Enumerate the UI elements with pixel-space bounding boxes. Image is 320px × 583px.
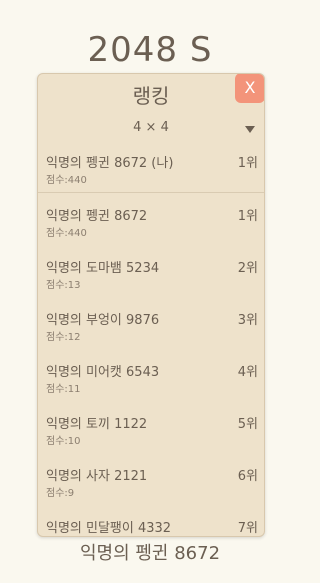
player-rank: 7위 (237, 521, 258, 536)
player-name: 익명의 미어캣 6543 (46, 365, 160, 380)
ranking-row: 익명의 펭귄 8672 1위 점수:440 (38, 197, 264, 249)
player-score: 점수:440 (46, 175, 87, 186)
ranking-row: 익명의 민달팽이 4332 7위 (38, 509, 264, 536)
current-player-name: 익명의 펭귄 8672 (79, 543, 221, 564)
player-name: 익명의 펭귄 8672 (나) (46, 156, 174, 171)
player-score: 점수:10 (46, 436, 81, 447)
player-rank: 2위 (237, 261, 258, 276)
player-name: 익명의 도마뱀 5234 (46, 261, 160, 276)
board-size-value: 4 × 4 (133, 120, 169, 135)
player-name: 익명의 토끼 1122 (46, 417, 148, 432)
ranking-row: 익명의 사자 2121 6위 점수:9 (38, 457, 264, 509)
dropdown-arrow-icon[interactable] (245, 126, 255, 133)
ranking-row: 익명의 토끼 1122 5위 점수:10 (38, 405, 264, 457)
player-rank: 1위 (237, 209, 258, 224)
player-name: 익명의 사자 2121 (46, 469, 148, 484)
ranking-title: 랭킹 (132, 84, 170, 108)
player-rank: 4위 (237, 365, 258, 380)
player-rank: 3위 (237, 313, 258, 328)
ranking-list[interactable]: 익명의 펭귄 8672 (나) 1위 점수:440 익명의 펭귄 8672 1위… (38, 144, 264, 536)
board-size-select[interactable]: 4 × 4 (38, 114, 264, 142)
player-rank: 5위 (237, 417, 258, 432)
player-rank: 1위 (237, 156, 258, 171)
player-score: 점수:440 (46, 228, 87, 239)
app-title: 2048 S (87, 30, 213, 70)
player-rank: 6위 (237, 469, 258, 484)
player-score: 점수:9 (46, 488, 75, 499)
ranking-row: 익명의 도마뱀 5234 2위 점수:13 (38, 249, 264, 301)
player-score: 점수:12 (46, 332, 81, 343)
my-ranking-row: 익명의 펭귄 8672 (나) 1위 점수:440 (38, 144, 264, 193)
player-name: 익명의 펭귄 8672 (46, 209, 148, 224)
close-button[interactable]: X (235, 74, 264, 103)
ranking-row: 익명의 부엉이 9876 3위 점수:12 (38, 301, 264, 353)
player-name: 익명의 민달팽이 4332 (46, 521, 172, 536)
player-score: 점수:13 (46, 280, 81, 291)
player-score: 점수:11 (46, 384, 81, 395)
player-name: 익명의 부엉이 9876 (46, 313, 160, 328)
ranking-row: 익명의 미어캣 6543 4위 점수:11 (38, 353, 264, 405)
ranking-dialog: 랭킹 X 4 × 4 익명의 펭귄 8672 (나) 1위 점수:440 익명의… (37, 73, 265, 537)
